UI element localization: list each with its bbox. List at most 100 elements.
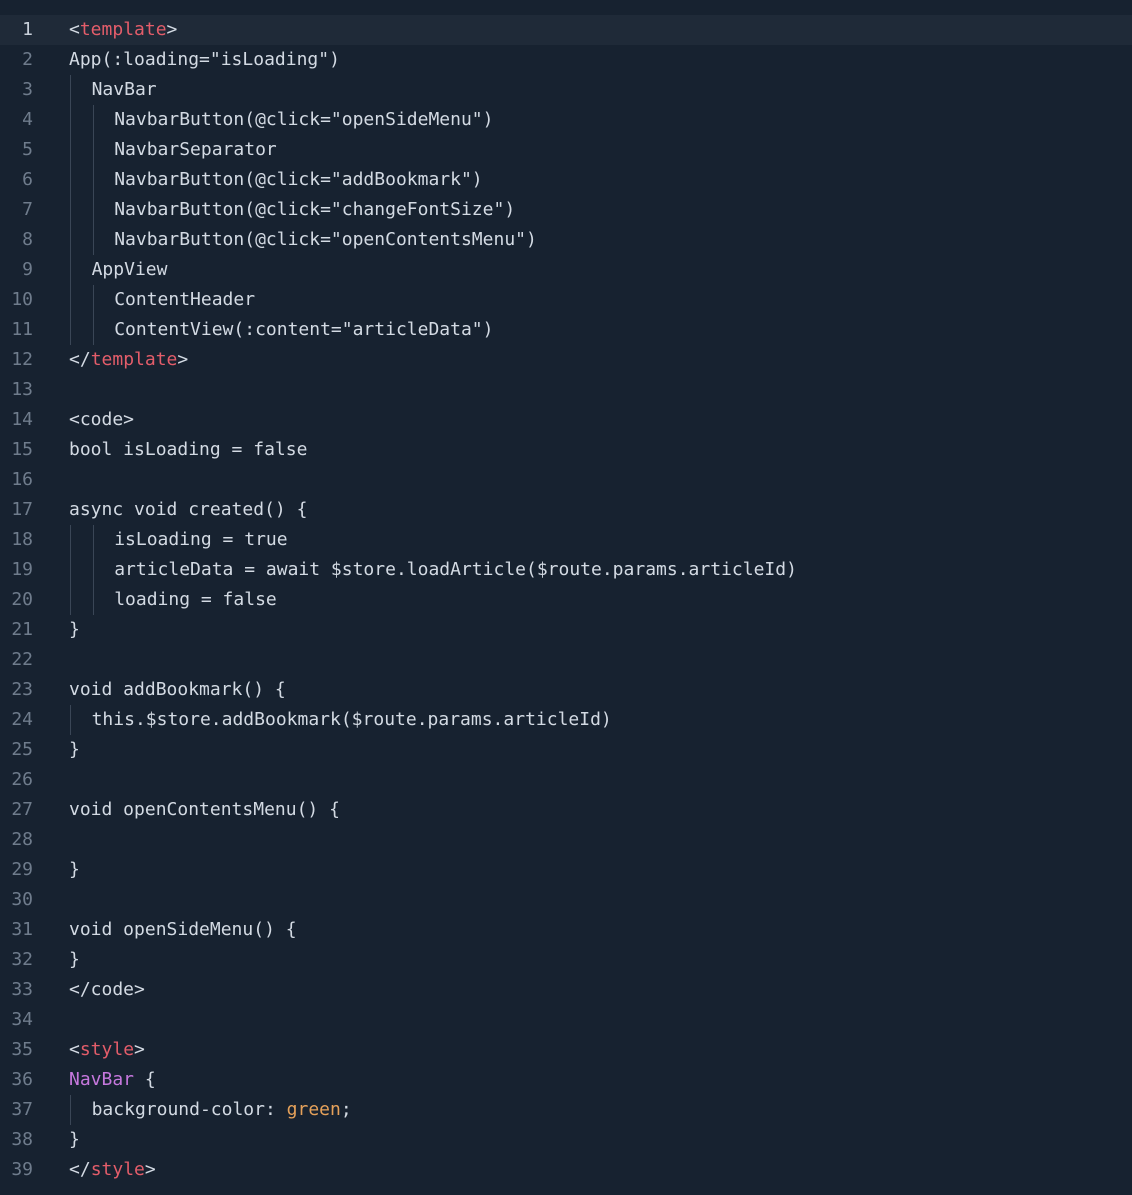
code-line[interactable]: 6 NavbarButton(@click="addBookmark")	[0, 165, 1132, 195]
line-number-gutter: 29	[0, 855, 69, 885]
code-line[interactable]: 5 NavbarSeparator	[0, 135, 1132, 165]
code-line[interactable]: 2 App(:loading="isLoading")	[0, 45, 1132, 75]
line-number: 2	[22, 49, 33, 70]
code-token: loading = false	[114, 589, 277, 610]
code-token: bool isLoading = false	[69, 439, 308, 460]
line-number: 15	[11, 439, 33, 460]
line-number-gutter: 7	[0, 195, 69, 225]
line-number: 6	[22, 169, 33, 190]
indent-guide	[70, 195, 71, 225]
line-number-gutter: 23	[0, 675, 69, 705]
line-content	[69, 1005, 1132, 1035]
code-line[interactable]: 29}	[0, 855, 1132, 885]
line-number: 7	[22, 199, 33, 220]
code-line[interactable]: 24 this.$store.addBookmark($route.params.…	[0, 705, 1132, 735]
line-number-gutter: 36	[0, 1065, 69, 1095]
line-number-gutter: 1	[0, 15, 69, 45]
code-token: NavBar	[91, 79, 157, 100]
code-line[interactable]: 9 AppView	[0, 255, 1132, 285]
line-number: 26	[11, 769, 33, 790]
indent-guide	[92, 315, 94, 345]
code-line[interactable]: 36 NavBar {	[0, 1065, 1132, 1095]
code-line[interactable]: 34	[0, 1005, 1132, 1035]
code-token: NavbarButton(@click="addBookmark")	[114, 169, 483, 190]
line-number-gutter: 26	[0, 765, 69, 795]
line-number-gutter: 8	[0, 225, 69, 255]
code-line[interactable]: 17 async void created() {	[0, 495, 1132, 525]
code-line[interactable]: 26	[0, 765, 1132, 795]
code-line[interactable]: 19 articleData = await $store.loadArticle…	[0, 555, 1132, 585]
line-number: 36	[11, 1069, 33, 1090]
line-content: ContentView(:content="articleData")	[69, 315, 1132, 345]
code-line[interactable]: 12 </template>	[0, 345, 1132, 375]
code-line[interactable]: 16	[0, 465, 1132, 495]
line-number: 31	[11, 919, 33, 940]
line-number-gutter: 28	[0, 825, 69, 855]
line-number-gutter: 31	[0, 915, 69, 945]
code-line[interactable]: 20 loading = false	[0, 585, 1132, 615]
line-number-gutter: 3	[0, 75, 69, 105]
code-token: ;	[340, 1099, 352, 1120]
code-token: background-color:	[91, 1099, 287, 1120]
code-line[interactable]: 4 NavbarButton(@click="openSideMenu")	[0, 105, 1132, 135]
code-line[interactable]: 10 ContentHeader	[0, 285, 1132, 315]
code-token: ContentHeader	[114, 289, 256, 310]
code-token: style	[90, 1159, 145, 1180]
code-line[interactable]: 28	[0, 825, 1132, 855]
line-number-gutter: 35	[0, 1035, 69, 1065]
code-line[interactable]: 22	[0, 645, 1132, 675]
line-number: 3	[22, 79, 33, 100]
code-line[interactable]: 38}	[0, 1125, 1132, 1155]
code-token: >	[166, 19, 178, 40]
code-line[interactable]: 32}	[0, 945, 1132, 975]
line-content: this.$store.addBookmark($route.params.ar…	[69, 705, 1132, 735]
code-token: articleData = await $store.loadArticle($…	[114, 559, 797, 580]
line-number: 25	[11, 739, 33, 760]
code-line[interactable]: 25}	[0, 735, 1132, 765]
code-editor[interactable]: 1 <template> 2 App(:loading="isLoading") 3 Na…	[0, 15, 1132, 1185]
code-line[interactable]: 13	[0, 375, 1132, 405]
code-line[interactable]: 3 NavBar	[0, 75, 1132, 105]
code-line[interactable]: 35 <style>	[0, 1035, 1132, 1065]
code-line[interactable]: 31 void openSideMenu() {	[0, 915, 1132, 945]
code-line[interactable]: 37 background-color: green;	[0, 1095, 1132, 1125]
line-number: 18	[11, 529, 33, 550]
line-content: <template>	[69, 15, 1132, 45]
code-line[interactable]: 33 </code>	[0, 975, 1132, 1005]
code-line[interactable]: 15 bool isLoading = false	[0, 435, 1132, 465]
line-number-gutter: 18	[0, 525, 69, 555]
code-line[interactable]: 18 isLoading = true	[0, 525, 1132, 555]
code-line[interactable]: 39 </style>	[0, 1155, 1132, 1185]
line-number: 33	[11, 979, 33, 1000]
code-line[interactable]: 23 void addBookmark() {	[0, 675, 1132, 705]
line-number-gutter: 4	[0, 105, 69, 135]
code-token: }	[69, 1129, 80, 1150]
code-token: template	[79, 19, 167, 40]
line-number-gutter: 20	[0, 585, 69, 615]
code-token: AppView	[91, 259, 168, 280]
code-token: }	[69, 949, 80, 970]
code-line[interactable]: 7 NavbarButton(@click="changeFontSize")	[0, 195, 1132, 225]
code-line[interactable]: 30	[0, 885, 1132, 915]
line-number-gutter: 5	[0, 135, 69, 165]
indent-guide	[70, 1095, 71, 1125]
line-content: NavbarButton(@click="addBookmark")	[69, 165, 1132, 195]
line-content: App(:loading="isLoading")	[69, 45, 1132, 75]
code-line[interactable]: 27 void openContentsMenu() {	[0, 795, 1132, 825]
line-number-gutter: 11	[0, 315, 69, 345]
code-token: NavbarButton(@click="changeFontSize")	[114, 199, 516, 220]
indent-guide	[70, 165, 71, 195]
code-line[interactable]: 1 <template>	[0, 15, 1132, 45]
code-line[interactable]: 11 ContentView(:content="articleData")	[0, 315, 1132, 345]
code-line[interactable]: 21}	[0, 615, 1132, 645]
code-line[interactable]: 8 NavbarButton(@click="openContentsMenu")	[0, 225, 1132, 255]
code-line[interactable]: 14 <code>	[0, 405, 1132, 435]
code-token: green	[286, 1099, 341, 1120]
line-content: }	[69, 1125, 1132, 1155]
code-token: <code>	[69, 409, 135, 430]
indent-guide	[92, 525, 94, 555]
line-number: 9	[22, 259, 33, 280]
line-content: }	[69, 855, 1132, 885]
line-content: }	[69, 615, 1132, 645]
line-content: isLoading = true	[69, 525, 1132, 555]
